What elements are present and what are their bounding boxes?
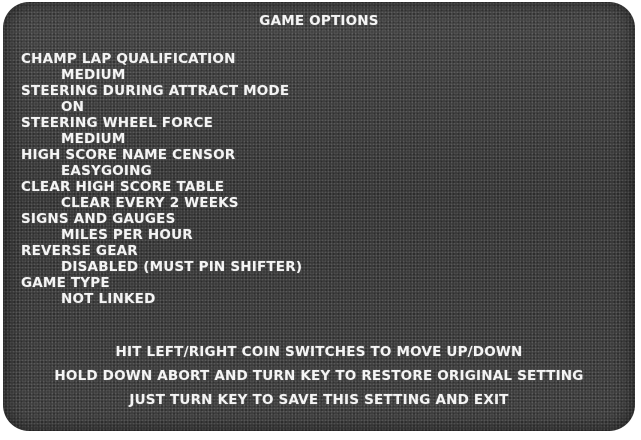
instruction-restore: HOLD DOWN ABORT AND TURN KEY TO RESTORE …	[54, 368, 584, 384]
instruction-save-exit: JUST TURN KEY TO SAVE THIS SETTING AND E…	[129, 392, 509, 408]
instructions-block: HIT LEFT/RIGHT COIN SWITCHES TO MOVE UP/…	[3, 2, 635, 431]
instruction-move: HIT LEFT/RIGHT COIN SWITCHES TO MOVE UP/…	[115, 344, 523, 360]
game-options-screen: GAME OPTIONS CHAMP LAP QUALIFICATION MED…	[3, 2, 635, 431]
